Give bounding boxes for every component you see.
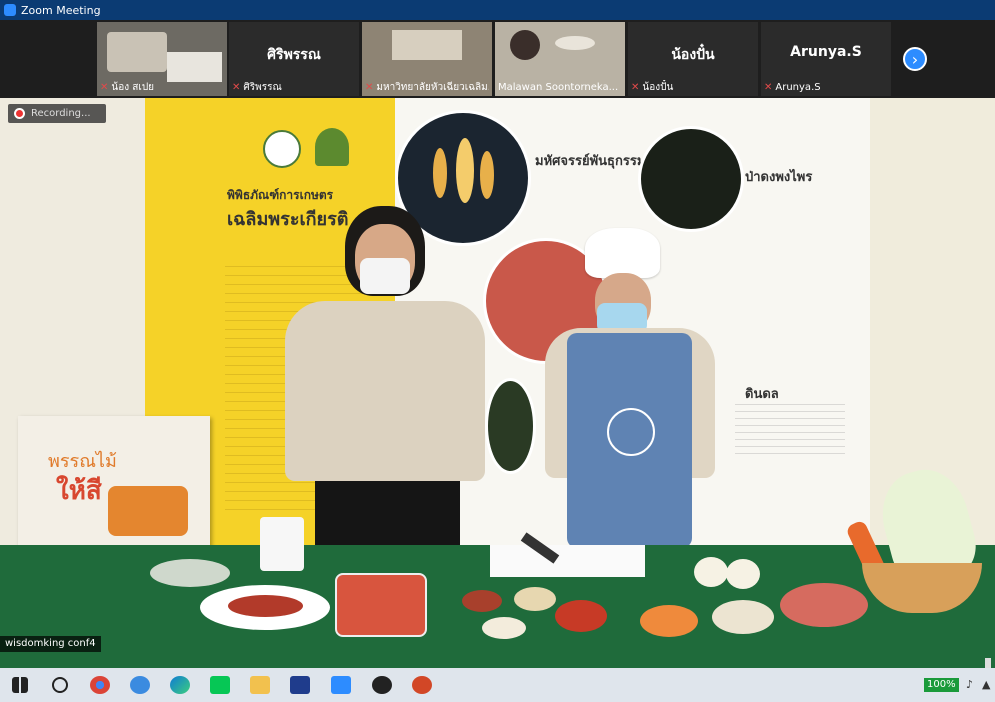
onion <box>726 559 760 589</box>
file-explorer-icon[interactable] <box>250 676 270 694</box>
video-thumbnail <box>510 30 540 60</box>
participant-tile[interactable]: ✕ น้อง สเปย <box>97 22 227 96</box>
carrot-bowl <box>640 605 698 637</box>
webex-icon[interactable] <box>290 676 310 694</box>
video-thumbnail <box>392 30 462 60</box>
onion <box>694 557 728 587</box>
cutting-board <box>490 545 645 577</box>
participant-name: มหาวิทยาลัยหัวเฉียวเฉลิม... <box>376 81 489 93</box>
plate <box>200 585 330 630</box>
book-cover-image <box>108 486 188 536</box>
participant-tile[interactable]: ✕ มหาวิทยาลัยหัวเฉียวเฉลิม... <box>362 22 492 96</box>
participant-tile[interactable]: ศิริพรรณ ✕ ศิริพรรณ <box>229 22 359 96</box>
table <box>0 460 995 668</box>
face-mask <box>360 258 410 294</box>
banner-title-line1: พิพิธภัณฑ์การเกษตร <box>227 188 334 202</box>
exhibit-title: มหัศจรรย์พันธุกรรม <box>535 154 646 169</box>
mic-muted-icon: ✕ <box>100 81 109 93</box>
battery-indicator[interactable]: 100% <box>924 678 959 692</box>
participant-name: น้อง สเปย <box>111 81 155 93</box>
video-thumbnail <box>167 52 222 82</box>
windows-start-icon[interactable] <box>12 677 28 693</box>
participant-display-name: Arunya.S <box>790 44 862 60</box>
volume-icon[interactable]: ♪ <box>966 678 973 691</box>
record-icon <box>16 110 23 117</box>
window-title: Zoom Meeting <box>21 3 101 17</box>
window-titlebar: Zoom Meeting <box>0 0 995 20</box>
video-thumbnail <box>107 32 167 72</box>
scroll-handle[interactable] <box>985 658 991 668</box>
participant-name: Arunya.S <box>775 81 821 93</box>
mic-muted-icon: ✕ <box>631 81 640 93</box>
mic-muted-icon: ✕ <box>232 81 241 93</box>
participant-tile[interactable]: น้องปั๋น ✕ น้องปั๋น <box>628 22 758 96</box>
recording-label: Recording... <box>31 108 91 119</box>
zoom-taskbar-icon[interactable] <box>331 676 351 694</box>
mic-muted-icon: ✕ <box>764 81 773 93</box>
emblem-icon <box>315 128 349 166</box>
presenter-right <box>545 228 725 558</box>
bowl <box>514 587 556 611</box>
exhibit-photo <box>638 126 744 232</box>
mic-muted-icon: ✕ <box>365 81 374 93</box>
recording-indicator[interactable]: Recording... <box>8 104 106 123</box>
participant-display-name: ศิริพรรณ <box>267 47 321 63</box>
presenter-left <box>275 206 495 561</box>
line-icon[interactable] <box>210 676 230 694</box>
powerpoint-icon[interactable] <box>412 676 432 694</box>
sauce-bowl <box>462 590 502 612</box>
shirt <box>285 301 485 481</box>
food <box>228 595 303 617</box>
garlic-bowl <box>712 600 774 634</box>
bowl <box>150 559 230 587</box>
participant-tile[interactable]: Arunya.S ✕ Arunya.S <box>761 22 891 96</box>
exhibit-body-text <box>735 398 845 458</box>
obs-icon[interactable] <box>372 676 392 694</box>
tissue-roll <box>260 517 304 571</box>
speaker-name-label: wisdomking conf4 <box>0 636 101 652</box>
edge-icon[interactable] <box>170 676 190 694</box>
network-icon[interactable]: ▲ <box>982 678 990 691</box>
active-speaker-video: พิพิธภัณฑ์การเกษตร เฉลิมพระเกียรติ มหัศจ… <box>0 98 995 668</box>
container <box>335 573 427 637</box>
chili-bowl <box>555 600 607 632</box>
book-title-line2: ให้สี <box>56 476 102 506</box>
exhibit-title: ป่าดงพงไพร <box>745 170 813 185</box>
apron-logo-icon <box>607 408 655 456</box>
windows-taskbar: 100% ♪ ▲ <box>0 668 995 702</box>
logo-icon <box>263 130 301 168</box>
bowl <box>482 617 526 639</box>
apples <box>780 583 868 627</box>
search-icon[interactable] <box>52 677 68 693</box>
apron <box>567 333 692 548</box>
participant-name: Malawan Soontorneka... <box>498 81 619 93</box>
next-page-button[interactable]: › <box>903 47 927 71</box>
chrome-icon[interactable] <box>90 676 110 694</box>
ie-icon[interactable] <box>130 676 150 694</box>
participant-name: ศิริพรรณ <box>243 81 282 93</box>
participant-display-name: น้องปั๋น <box>671 47 715 63</box>
participant-tile[interactable]: Malawan Soontorneka... <box>495 22 625 96</box>
chevron-right-icon: › <box>911 49 919 69</box>
wooden-bowl <box>862 563 982 613</box>
participant-strip: ✕ น้อง สเปย ศิริพรรณ ✕ ศิริพรรณ ✕ มหาวิทยาล… <box>0 20 995 98</box>
ceiling-fan-image <box>555 36 595 50</box>
book-on-easel: พรรณไม้ ให้สี <box>18 416 210 556</box>
chef-hat <box>585 228 660 278</box>
participant-name: น้องปั๋น <box>642 81 674 93</box>
zoom-app-icon <box>4 4 16 16</box>
